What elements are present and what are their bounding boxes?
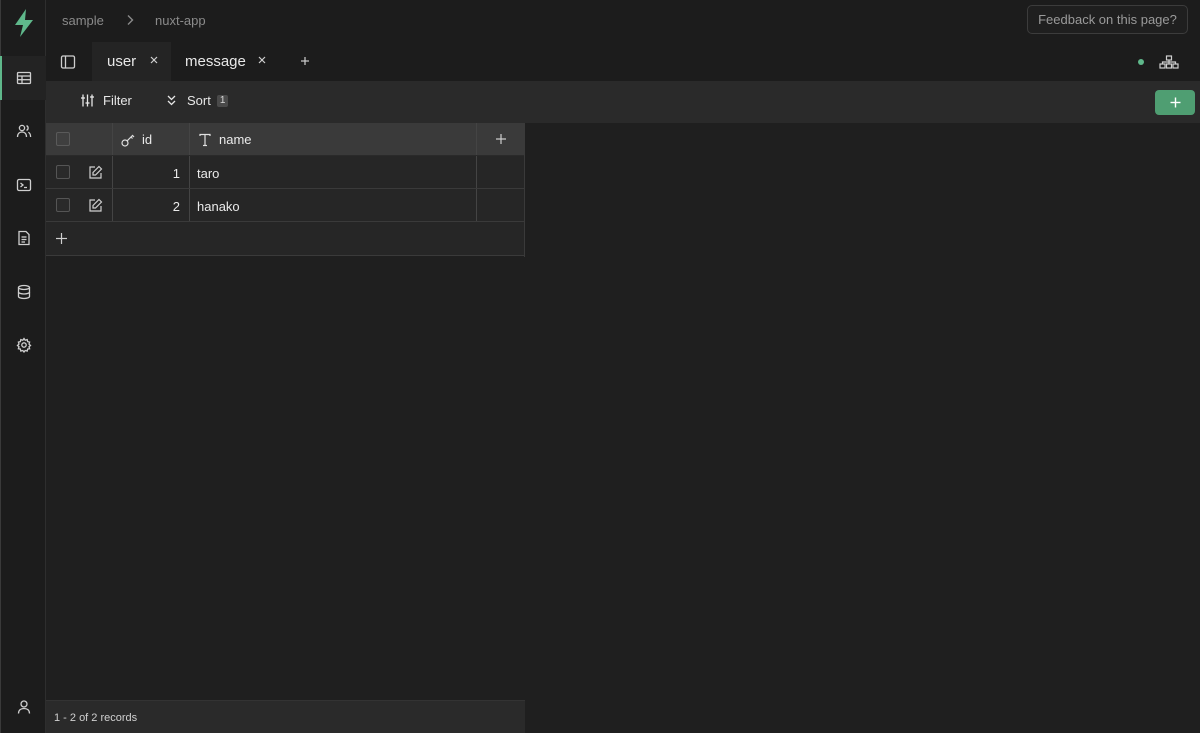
text-type-icon	[199, 133, 211, 146]
logo-bolt-icon[interactable]	[12, 8, 36, 38]
column-header-id[interactable]: id	[121, 132, 152, 147]
sort-button[interactable]: Sort 1	[164, 93, 229, 108]
sidebar-item-settings[interactable]	[1, 323, 46, 367]
feedback-button[interactable]: Feedback on this page?	[1027, 5, 1188, 34]
tab-bar: user message	[46, 42, 1200, 81]
sidebar-item-database[interactable]	[1, 270, 46, 314]
cell-id[interactable]: 2	[114, 199, 180, 214]
terminal-icon	[16, 178, 31, 192]
column-header-label: name	[219, 132, 252, 147]
column-divider	[112, 156, 113, 188]
cell-id[interactable]: 1	[114, 166, 180, 181]
sort-count-badge: 1	[216, 94, 229, 107]
plus-icon	[1170, 97, 1180, 108]
add-column-icon[interactable]	[495, 133, 507, 145]
tab-message[interactable]: message	[171, 42, 279, 81]
sidebar-item-users[interactable]	[1, 109, 46, 153]
key-icon	[121, 134, 135, 147]
tab-user[interactable]: user	[92, 42, 171, 81]
filter-sliders-icon	[81, 94, 94, 107]
column-divider	[189, 123, 190, 155]
row-checkbox[interactable]	[56, 165, 70, 179]
select-all-checkbox[interactable]	[56, 132, 70, 146]
close-icon[interactable]	[257, 55, 267, 65]
sidebar-item-account[interactable]	[1, 685, 46, 729]
plus-icon	[56, 233, 67, 244]
sidebar-item-tables[interactable]	[0, 56, 46, 100]
schema-diagram-icon[interactable]	[1159, 55, 1179, 69]
edit-icon[interactable]	[88, 198, 103, 213]
column-divider	[189, 189, 190, 221]
filter-label: Filter	[103, 93, 132, 108]
app-window: sample nuxt-app Feedback on this page? u…	[0, 0, 1200, 733]
add-tab-icon[interactable]	[299, 55, 311, 67]
tab-label: message	[185, 53, 246, 70]
database-icon	[17, 284, 30, 300]
top-header: sample nuxt-app Feedback on this page?	[46, 0, 1200, 42]
users-icon	[16, 124, 31, 138]
sidebar-item-documents[interactable]	[1, 216, 46, 260]
cell-name[interactable]: taro	[197, 166, 219, 181]
sort-chevrons-icon	[167, 95, 176, 106]
column-divider	[189, 156, 190, 188]
column-header-name[interactable]: name	[198, 132, 252, 147]
edit-icon[interactable]	[88, 165, 103, 180]
grid-footer: 1 - 2 of 2 records	[46, 700, 525, 733]
grid-right-border	[524, 123, 525, 257]
document-icon	[17, 230, 30, 246]
table-row[interactable]: 2 hanako	[46, 189, 525, 222]
filter-button[interactable]: Filter	[80, 93, 132, 108]
row-checkbox[interactable]	[56, 198, 70, 212]
column-divider	[476, 123, 477, 155]
breadcrumb-project[interactable]: sample	[62, 13, 104, 28]
settings-icon	[16, 337, 31, 353]
tab-label: user	[107, 53, 137, 70]
add-record-button[interactable]	[1155, 90, 1195, 115]
cell-name[interactable]: hanako	[197, 199, 240, 214]
close-icon[interactable]	[149, 55, 159, 65]
sidebar-rail	[0, 0, 46, 733]
sidebar-item-sql-editor[interactable]	[1, 163, 46, 207]
table-toolbar: Filter Sort 1	[46, 81, 1200, 123]
account-icon	[17, 700, 30, 714]
add-row-button[interactable]	[46, 222, 525, 256]
record-count-text: 1 - 2 of 2 records	[54, 712, 138, 724]
breadcrumb-app[interactable]: nuxt-app	[155, 13, 206, 28]
sidebar-toggle-icon[interactable]	[60, 54, 76, 70]
sort-label: Sort	[187, 93, 211, 108]
table-row[interactable]: 1 taro	[46, 156, 525, 189]
column-divider	[112, 189, 113, 221]
table-icon	[16, 71, 31, 85]
column-divider	[476, 156, 477, 188]
data-grid: id name 1 taro 2 hanako	[46, 123, 525, 257]
column-header-label: id	[142, 132, 153, 147]
chevron-right-icon	[127, 15, 134, 25]
grid-header-row: id name	[46, 123, 525, 156]
column-divider	[112, 123, 113, 155]
connection-status-dot	[1138, 59, 1144, 65]
column-divider	[476, 189, 477, 221]
